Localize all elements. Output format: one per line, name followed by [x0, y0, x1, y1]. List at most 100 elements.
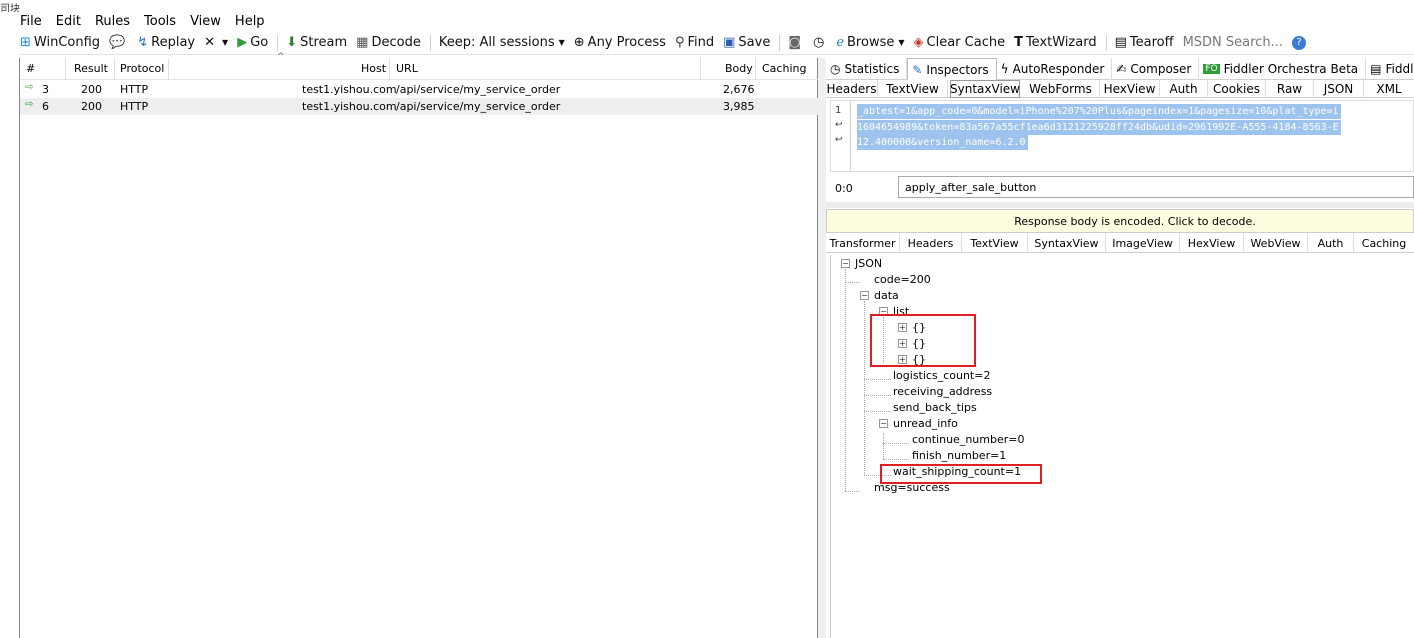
decode-button[interactable]: ▦ Decode [356, 35, 421, 50]
tree-connector [883, 433, 884, 459]
collapse-icon[interactable]: − [841, 259, 850, 268]
wrap-icon: ↩ [835, 120, 843, 130]
comment-button[interactable]: 💬 [109, 35, 128, 50]
req-tab-syntaxview[interactable]: SyntaxView [950, 80, 1020, 98]
req-tab-headers[interactable]: Headers [826, 80, 878, 98]
winconfig-button[interactable]: ⊞ WinConfig [20, 35, 100, 50]
textwizard-button[interactable]: T TextWizard [1014, 35, 1097, 50]
resp-tab-webview[interactable]: WebView [1244, 233, 1308, 253]
remove-button[interactable]: ✕ ▼ [204, 35, 228, 50]
replay-button[interactable]: ↯ Replay [137, 35, 195, 50]
pane-splitter[interactable] [818, 58, 826, 638]
annotation-box-wait-shipping [880, 464, 1042, 484]
menu-view[interactable]: View [190, 14, 221, 29]
tree-node-continue-number[interactable]: continue_number=0 [912, 433, 1024, 446]
menu-file[interactable]: File [20, 14, 42, 29]
req-tab-textview[interactable]: TextView [878, 80, 948, 98]
line-gutter: 1 ↩ ↩ [831, 101, 851, 171]
tab-autoresponder[interactable]: ϟ AutoResponder [997, 58, 1113, 80]
tree-connector [864, 379, 891, 380]
screenshot-button[interactable]: ◙ [788, 35, 804, 50]
tree-node-root[interactable]: JSON [855, 257, 882, 270]
tab-composer[interactable]: ✍ Composer [1112, 58, 1200, 80]
tree-connector [883, 459, 909, 460]
col-body[interactable]: Body [725, 62, 753, 75]
tree-connector [864, 395, 891, 396]
resp-tab-textview[interactable]: TextView [962, 233, 1028, 253]
timer-button[interactable]: ◷ [813, 35, 827, 50]
session-row[interactable]: ⇨ 6 200 HTTP test1.yishou.com /api/servi… [20, 98, 818, 115]
script-icon: ▤ [1370, 62, 1382, 76]
keep-sessions-dropdown[interactable]: Keep: All sessions ▼ [439, 35, 565, 50]
decode-banner[interactable]: Response body is encoded. Click to decod… [826, 209, 1414, 233]
menu-rules[interactable]: Rules [95, 14, 130, 29]
find-button[interactable]: ⚲ Find [675, 35, 714, 50]
menu-help[interactable]: Help [235, 14, 265, 29]
inspect-icon: ✎ [912, 62, 923, 77]
req-tab-raw[interactable]: Raw [1266, 80, 1314, 98]
tab-orchestra[interactable]: FO Fiddler Orchestra Beta [1199, 58, 1367, 80]
resp-tab-hexview[interactable]: HexView [1180, 233, 1244, 253]
col-result[interactable]: Result [74, 62, 108, 75]
collapse-icon[interactable]: − [879, 419, 888, 428]
msdn-search-input[interactable]: MSDN Search... [1183, 35, 1283, 50]
horizontal-splitter[interactable] [826, 202, 1414, 208]
req-tab-cookies[interactable]: Cookies [1208, 80, 1266, 98]
tree-connector [864, 301, 865, 475]
resp-tab-imageview[interactable]: ImageView [1106, 233, 1180, 253]
request-body-editor[interactable]: 1 ↩ ↩ _abtest=1&app_code=0&model=iPhone%… [830, 100, 1414, 172]
timer-icon: ◷ [812, 35, 825, 50]
req-tab-auth[interactable]: Auth [1160, 80, 1208, 98]
req-tab-json[interactable]: JSON [1314, 80, 1364, 98]
inspector-tabs: ◷ Statistics ✎ Inspectors ϟ AutoResponder ✍… [826, 58, 1414, 80]
find-input[interactable]: apply_after_sale_button [898, 176, 1414, 198]
tearoff-icon: ▤ [1114, 35, 1127, 50]
menu-edit[interactable]: Edit [56, 14, 81, 29]
tab-inspectors[interactable]: ✎ Inspectors [907, 58, 997, 80]
help-button[interactable]: ? [1291, 35, 1309, 50]
toolbar-divider [779, 34, 781, 51]
tree-node-send-back-tips[interactable]: send_back_tips [893, 401, 977, 414]
collapse-icon[interactable]: − [860, 291, 869, 300]
any-process-button[interactable]: ⊕ Any Process [574, 35, 666, 50]
menu-tools[interactable]: Tools [144, 14, 176, 29]
clear-cache-button[interactable]: ◈ Clear Cache [914, 35, 1006, 50]
tab-statistics[interactable]: ◷ Statistics [826, 58, 908, 80]
req-tab-webforms[interactable]: WebForms [1022, 80, 1100, 98]
tree-node-unread-info[interactable]: unread_info [893, 417, 958, 430]
col-id[interactable]: # [26, 62, 35, 75]
menu-bar: File Edit Rules Tools View Help [20, 11, 279, 31]
resp-tab-headers[interactable]: Headers [900, 233, 962, 253]
col-host[interactable]: Host [361, 62, 386, 75]
col-url[interactable]: URL [396, 62, 418, 75]
resp-tab-syntaxview[interactable]: SyntaxView [1028, 233, 1106, 253]
tree-node-code[interactable]: code=200 [874, 273, 931, 286]
stream-button[interactable]: ⬇ Stream [286, 35, 347, 50]
tree-connector [883, 443, 909, 444]
tab-fiddlerscript[interactable]: ▤FiddlerScript [1366, 58, 1414, 80]
lightning-icon: ϟ [1000, 62, 1009, 76]
textwizard-icon: T [1014, 35, 1023, 50]
resp-tab-auth[interactable]: Auth [1308, 233, 1354, 253]
req-tab-hexview[interactable]: HexView [1100, 80, 1160, 98]
col-protocol[interactable]: Protocol [120, 62, 164, 75]
tree-node-finish-number[interactable]: finish_number=1 [912, 449, 1006, 462]
tree-node-data[interactable]: data [874, 289, 899, 302]
col-caching[interactable]: Caching [762, 62, 806, 75]
request-body-line: 1604654989&token=83a567a55cf1ea6d3121225… [857, 120, 1341, 135]
play-icon: ▶ [237, 35, 248, 50]
go-button[interactable]: ▶ Go [237, 35, 268, 50]
resp-tab-caching[interactable]: Caching [1354, 233, 1414, 253]
session-row[interactable]: ⇨ 3 200 HTTP test1.yishou.com /api/servi… [20, 81, 818, 98]
column-divider [700, 58, 701, 80]
tearoff-button[interactable]: ▤ Tearoff [1115, 35, 1174, 50]
resp-tab-transformer[interactable]: Transformer [826, 233, 900, 253]
session-arrow-icon: ⇨ [25, 99, 34, 110]
browse-button[interactable]: ℯ Browse ▼ [836, 35, 904, 50]
tree-connector [845, 491, 859, 492]
decode-icon: ▦ [356, 35, 369, 50]
tree-node-logistics-count[interactable]: logistics_count=2 [893, 369, 990, 382]
req-tab-xml[interactable]: XML [1364, 80, 1414, 98]
tree-node-receiving-address[interactable]: receiving_address [893, 385, 992, 398]
save-button[interactable]: ▣ Save [723, 35, 770, 50]
